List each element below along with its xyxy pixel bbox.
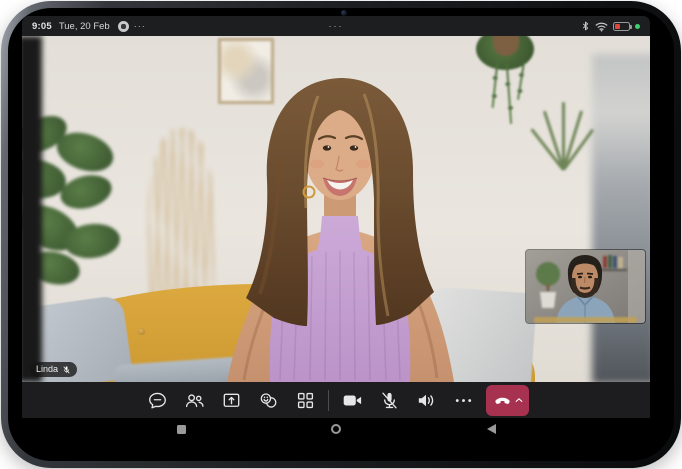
back-triangle-icon xyxy=(487,424,496,434)
screen: 9:05 Tue, 20 Feb ··· ··· xyxy=(22,16,650,440)
device-bezel: 9:05 Tue, 20 Feb ··· ··· xyxy=(8,8,674,461)
chat-icon xyxy=(146,389,169,412)
bluetooth-icon xyxy=(581,20,590,32)
people-icon xyxy=(183,389,206,412)
device-frame: 9:05 Tue, 20 Feb ··· ··· xyxy=(1,1,681,468)
camera-on-icon xyxy=(341,389,364,412)
tablet-mockup: 9:05 Tue, 20 Feb ··· ··· xyxy=(0,0,682,469)
call-toolbar xyxy=(22,382,650,418)
camera-active-dot xyxy=(635,24,640,29)
notification-overflow-dots: ··· xyxy=(134,21,146,31)
status-date: Tue, 20 Feb xyxy=(59,21,110,32)
share-screen-icon xyxy=(220,389,243,412)
speaker-on-icon xyxy=(415,389,438,412)
participant-name: Linda xyxy=(36,362,58,377)
mic-off-icon xyxy=(62,365,71,375)
reactions-icon xyxy=(257,389,280,412)
chat-button[interactable] xyxy=(143,386,171,414)
toolbar-divider xyxy=(328,390,329,411)
battery-low-icon xyxy=(613,22,630,31)
home-circle-icon xyxy=(331,424,341,434)
pip-participant-man xyxy=(526,250,645,323)
main-video[interactable]: Linda xyxy=(22,36,650,382)
mic-off-icon xyxy=(378,389,401,412)
home-button[interactable] xyxy=(329,422,343,436)
more-dots-icon xyxy=(452,389,475,412)
hang-up-icon xyxy=(493,391,512,410)
participant-woman xyxy=(22,36,650,382)
status-bar: 9:05 Tue, 20 Feb ··· ··· xyxy=(22,16,650,36)
notification-badge-icon xyxy=(118,21,129,32)
apps-grid-icon xyxy=(294,389,317,412)
apps-button[interactable] xyxy=(291,386,319,414)
camera-button[interactable] xyxy=(338,386,366,414)
front-camera-dot xyxy=(341,10,347,16)
chevron-up-icon xyxy=(515,397,523,403)
recents-square-icon xyxy=(177,425,186,434)
participant-name-badge: Linda xyxy=(30,362,77,377)
more-button[interactable] xyxy=(449,386,477,414)
people-button[interactable] xyxy=(180,386,208,414)
android-nav-bar xyxy=(22,418,650,440)
mic-button[interactable] xyxy=(375,386,403,414)
share-screen-button[interactable] xyxy=(217,386,245,414)
reactions-button[interactable] xyxy=(254,386,282,414)
back-button[interactable] xyxy=(484,422,498,436)
recents-button[interactable] xyxy=(174,422,188,436)
wifi-icon xyxy=(595,21,608,32)
speaker-button[interactable] xyxy=(412,386,440,414)
status-icons xyxy=(581,20,640,32)
pip-video[interactable] xyxy=(526,250,645,323)
status-time: 9:05 xyxy=(32,21,52,32)
hang-up-button[interactable] xyxy=(486,385,529,416)
status-center-dots: ··· xyxy=(22,21,650,31)
